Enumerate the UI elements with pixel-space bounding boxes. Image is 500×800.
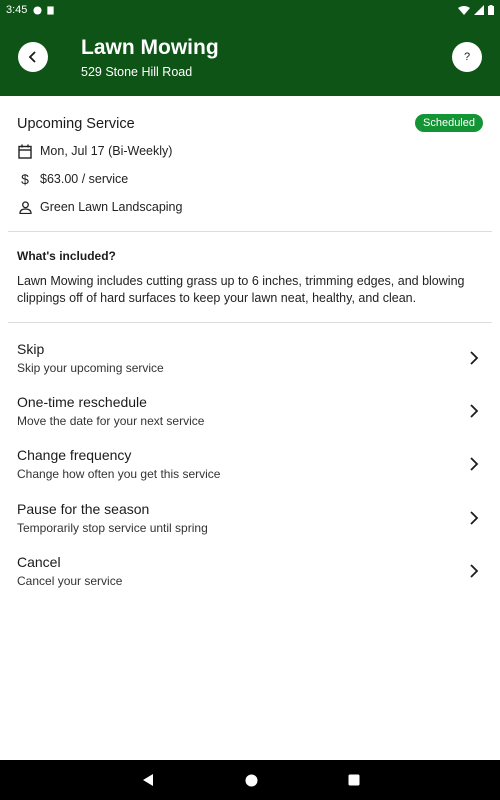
action-subtitle: Move the date for your next service [17,414,205,428]
help-button[interactable]: ? [452,42,482,72]
action-subtitle: Skip your upcoming service [17,361,164,375]
one-time-reschedule-action[interactable]: One-time reschedule Move the date for yo… [0,394,500,444]
action-subtitle: Temporarily stop service until spring [17,521,208,535]
status-bar: 3:45 [0,0,500,20]
service-provider: Green Lawn Landscaping [40,200,183,214]
change-frequency-action[interactable]: Change frequency Change how often you ge… [0,447,500,497]
person-icon [17,199,33,215]
status-right [458,5,494,15]
pause-for-season-action[interactable]: Pause for the season Temporarily stop se… [0,501,500,551]
status-time: 3:45 [6,4,28,16]
page-subtitle: 529 Stone Hill Road [81,65,193,79]
calendar-icon [17,143,33,159]
chevron-right-icon [470,404,479,418]
action-subtitle: Change how often you get this service [17,467,221,481]
battery-icon [488,5,494,15]
chevron-left-icon [28,51,36,63]
service-price-row: $ $63.00 / service [17,171,128,187]
chevron-right-icon [470,564,479,578]
service-date-row: Mon, Jul 17 (Bi-Weekly) [17,143,172,159]
chevron-right-icon [470,511,479,525]
service-provider-row: Green Lawn Landscaping [17,199,182,215]
chevron-right-icon [470,457,479,471]
action-title: Change frequency [17,447,132,463]
section-title: Upcoming Service [17,116,135,132]
system-nav-bar [0,760,500,800]
action-title: Skip [17,341,45,357]
back-button[interactable] [18,42,48,72]
action-subtitle: Cancel your service [17,574,123,588]
included-description: Lawn Mowing includes cutting grass up to… [17,274,465,305]
service-date: Mon, Jul 17 (Bi-Weekly) [40,144,173,158]
nav-recents-icon[interactable] [348,774,360,786]
action-title: Pause for the season [17,501,150,517]
skip-action[interactable]: Skip Skip your upcoming service [0,341,500,391]
status-badge: Scheduled [415,114,483,132]
included-title: What's included? [17,249,116,263]
divider [8,231,492,232]
app-header: Lawn Mowing 529 Stone Hill Road ? [0,20,500,96]
action-title: One-time reschedule [17,394,147,410]
wifi-icon [458,6,470,15]
whats-included-section: What's included? Lawn Mowing includes cu… [17,249,487,307]
page-title: Lawn Mowing [81,36,219,59]
nav-home-icon[interactable] [245,774,258,787]
action-title: Cancel [17,554,61,570]
dollar-icon: $ [21,171,29,187]
signal-icon [474,5,484,15]
cancel-action[interactable]: Cancel Cancel your service [0,554,500,604]
sd-card-icon [47,5,55,15]
chevron-right-icon [470,351,479,365]
divider [8,322,492,323]
notification-icon [33,5,42,15]
nav-back-icon[interactable] [141,773,155,787]
service-price: $63.00 / service [40,172,129,186]
help-button-label: ? [463,51,471,63]
